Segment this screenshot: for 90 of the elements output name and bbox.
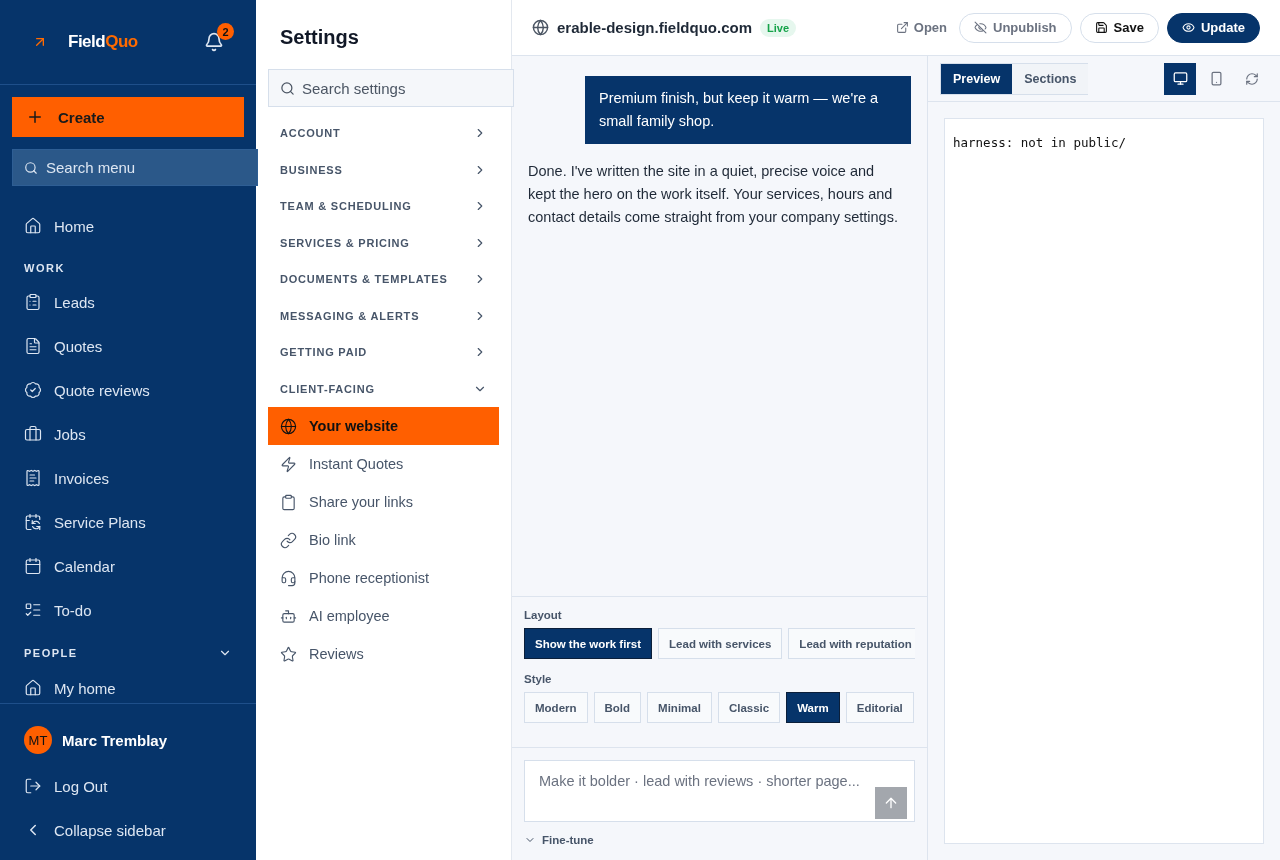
settings-item[interactable]: Share your links (268, 483, 499, 521)
settings-item[interactable]: Your website (268, 407, 499, 445)
search-icon (24, 161, 38, 175)
bell-icon[interactable] (204, 32, 224, 52)
option-chip[interactable]: Editorial (845, 692, 914, 723)
option-chip[interactable]: Modern (524, 692, 588, 723)
assistant-message: Done. I've written the site in a quiet, precise voice and kept the hero on the work itself. Your services, hours and contact details come straight from your company settings. (528, 162, 898, 227)
eye-icon (1181, 21, 1195, 34)
refresh-icon (1245, 71, 1259, 86)
logo: FieldQuo (68, 32, 139, 52)
user-message: Premium finish, but keep it warm — we're a small family shop. (585, 76, 911, 144)
star-icon (280, 645, 297, 663)
option-chip[interactable]: Lead with reputation (788, 628, 915, 659)
option-chip[interactable]: Lead with services (658, 628, 783, 659)
option-chip[interactable]: Bold (593, 692, 642, 723)
search-field[interactable]: Search menu (12, 149, 258, 186)
clipboard-icon (24, 293, 42, 311)
plus-icon (26, 108, 44, 126)
receipt-icon (24, 469, 42, 487)
update-button[interactable]: Update (1166, 12, 1260, 43)
settings-item[interactable]: Reviews (268, 635, 499, 673)
nav-item[interactable]: Quotes (0, 324, 256, 368)
notification-count: 2 (217, 23, 234, 40)
fine-tune-toggle[interactable]: Fine-tune (524, 834, 594, 846)
settings-group[interactable]: MESSAGING & ALERTS (268, 297, 499, 334)
open-link[interactable]: Open (895, 20, 947, 35)
option-chip[interactable]: Show the work first (524, 628, 653, 659)
message-input[interactable]: Make it bolder · lead with reviews · shorter page... (524, 760, 915, 822)
settings-item[interactable]: Phone receptionist (268, 559, 499, 597)
nav-item[interactable]: Home (0, 204, 256, 248)
home-icon (24, 217, 42, 235)
panel-title: Settings (280, 26, 360, 49)
preview-tab[interactable]: Preview (941, 63, 1013, 94)
home-icon (24, 679, 42, 697)
logout-link[interactable]: Log Out (0, 764, 256, 808)
desktop-button[interactable] (1164, 62, 1196, 95)
nav-item[interactable]: Quote reviews (0, 368, 256, 412)
briefcase-icon (24, 425, 42, 443)
search-icon (280, 81, 295, 96)
robot-icon (280, 607, 297, 625)
globe-icon (532, 19, 549, 36)
unpublish-button[interactable]: Unpublish (959, 12, 1072, 43)
monitor-icon (1172, 71, 1188, 86)
save-button[interactable]: Save (1079, 12, 1159, 43)
headset-icon (280, 569, 297, 587)
phone-icon (1208, 71, 1224, 86)
settings-group[interactable]: GETTING PAID (268, 334, 499, 371)
nav-item[interactable]: Leads (0, 280, 256, 324)
user-name: Marc Tremblay (62, 731, 168, 749)
settings-group[interactable]: DOCUMENTS & TEMPLATES (268, 261, 499, 298)
preview-text: harness: not in public/ (953, 135, 1127, 150)
eye-off-icon (974, 21, 987, 34)
nav-item[interactable]: Jobs (0, 412, 256, 456)
option-chip[interactable]: Warm (786, 692, 840, 723)
settings-item[interactable]: Bio link (268, 521, 499, 559)
section-heading: WORK (24, 262, 65, 274)
settings-group[interactable]: SERVICES & PRICING (268, 224, 499, 261)
logout-icon (24, 777, 42, 795)
option-chip[interactable]: Minimal (647, 692, 712, 723)
settings-group[interactable]: BUSINESS (268, 151, 499, 188)
nav-item[interactable]: Invoices (0, 456, 256, 500)
nav-item[interactable]: Calendar (0, 544, 256, 588)
check-badge-icon (24, 381, 42, 399)
nav-item[interactable]: Service Plans (0, 500, 256, 544)
option-chip[interactable]: Classic (717, 692, 781, 723)
settings-group[interactable]: TEAM & SCHEDULING (268, 188, 499, 225)
create-button[interactable]: Create (12, 97, 244, 137)
settings-group[interactable]: CLIENT-FACING (268, 370, 499, 407)
option-label: Style (524, 673, 553, 685)
calendar-icon (24, 557, 42, 575)
collapse-link[interactable]: Collapse sidebar (0, 808, 256, 852)
link-icon (280, 531, 297, 549)
nav-item[interactable]: To-do (0, 588, 256, 632)
clipboard-icon (280, 493, 297, 511)
checklist-icon (24, 601, 42, 619)
section-heading: PEOPLE (24, 647, 78, 659)
nav-item[interactable]: My home (0, 666, 256, 703)
globe-icon (280, 417, 297, 435)
site-domain: erable-design.fieldquo.com (557, 19, 753, 36)
settings-item[interactable]: AI employee (268, 597, 499, 635)
avatar[interactable]: MT (24, 726, 52, 754)
external-link-icon (895, 21, 909, 34)
calendar-sync-icon (24, 513, 42, 531)
status-badge: Live (760, 18, 797, 37)
document-icon (24, 337, 42, 355)
settings-group[interactable]: ACCOUNT (268, 115, 499, 152)
settings-item[interactable]: Instant Quotes (268, 445, 499, 483)
preview-tab[interactable]: Sections (1012, 63, 1089, 94)
option-label: Layout (524, 609, 563, 621)
lightning-icon (280, 455, 297, 473)
